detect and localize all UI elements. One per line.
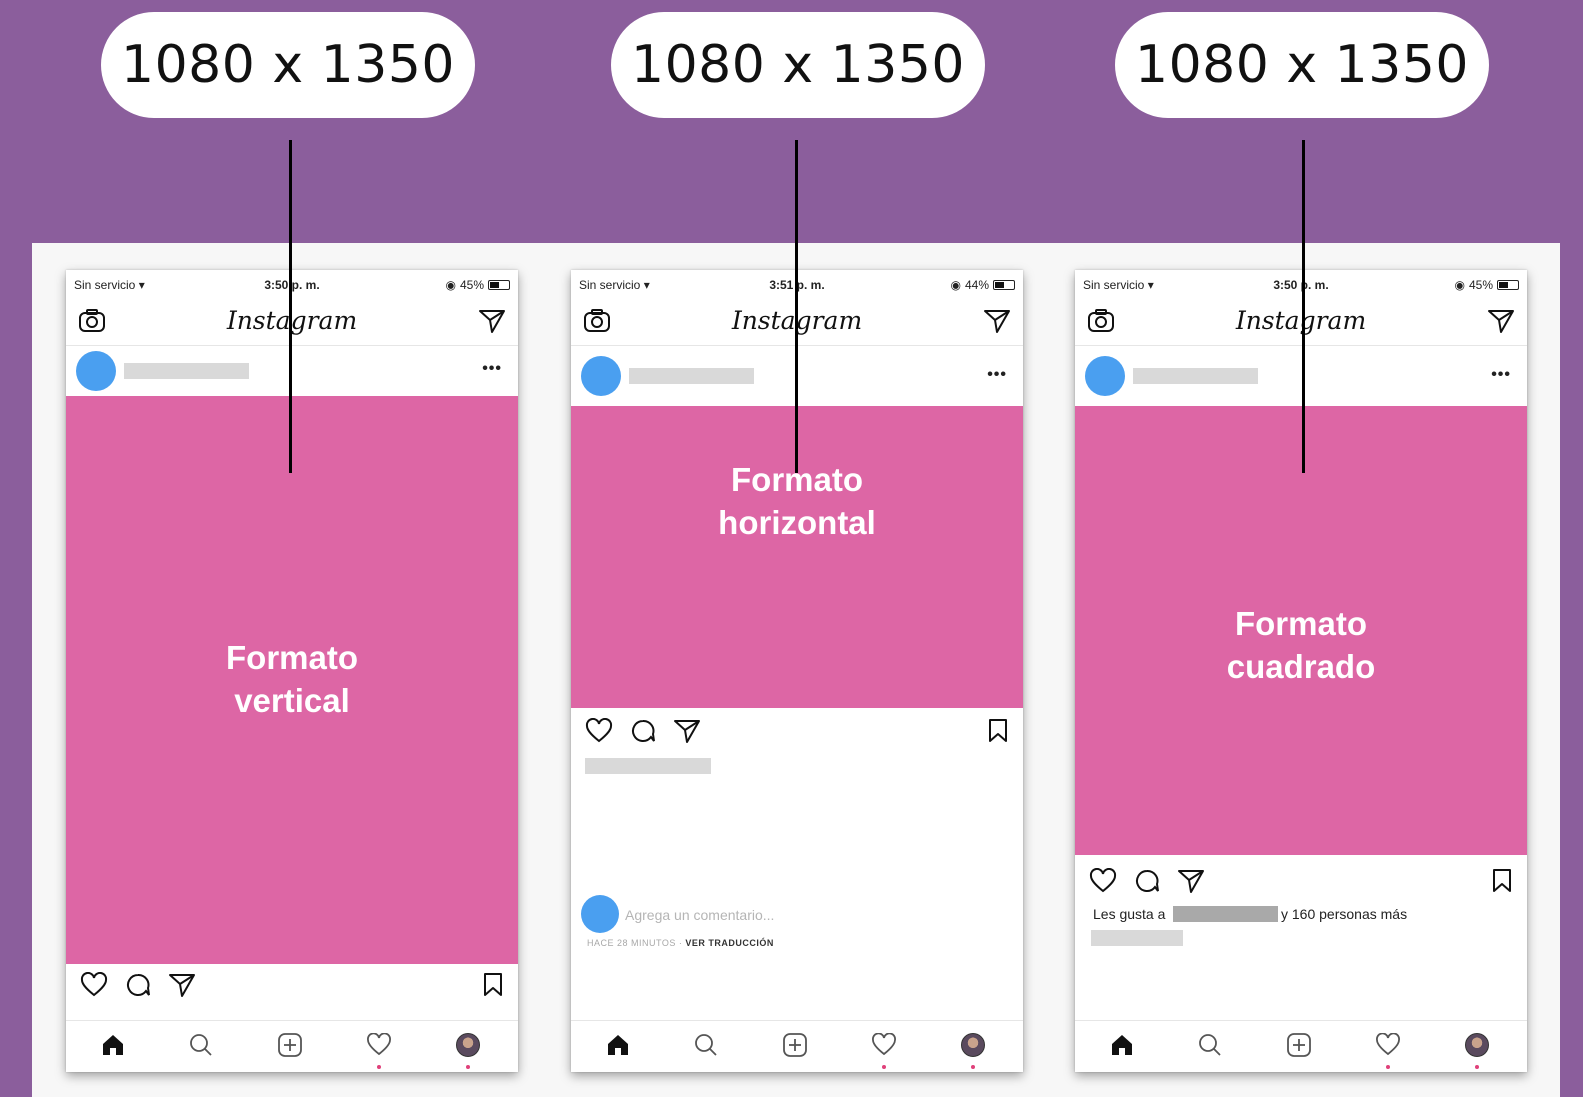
battery-percent: 44% [964,278,989,292]
guide-line-1 [289,140,292,473]
profile-icon[interactable] [961,1033,985,1057]
send-icon[interactable] [673,718,701,749]
add-icon[interactable] [1286,1033,1312,1062]
battery-percent: 45% [459,278,484,292]
bookmark-icon[interactable] [482,972,504,1003]
avatar[interactable] [581,356,621,396]
caption-placeholder [1091,930,1183,946]
comment-icon[interactable] [629,718,657,749]
likes-placeholder [585,758,711,774]
battery-icon [488,280,510,290]
see-translation-link[interactable]: VER TRADUCCIÓN [685,938,774,948]
bottom-nav [571,1020,1023,1072]
add-comment-row[interactable]: Agrega un comentario... [571,895,1023,935]
avatar[interactable] [76,351,116,391]
bottom-nav [66,1020,518,1072]
more-icon[interactable]: ••• [1491,366,1511,384]
more-icon[interactable]: ••• [987,366,1007,384]
username-placeholder [124,363,249,379]
post-header: ••• [66,346,518,396]
notification-dot [882,1065,886,1069]
activity-heart-icon[interactable] [1375,1032,1401,1062]
send-icon[interactable] [168,972,196,1003]
phone-vertical: Sin servicio ▾ 3:50 p. m. ◉ 45% Instagra… [66,270,518,1072]
app-header: Instagram [1075,300,1527,346]
direct-icon[interactable] [983,308,1011,339]
home-icon[interactable] [605,1033,631,1062]
direct-icon[interactable] [1487,308,1515,339]
post-header: ••• [1075,346,1527,406]
battery-icon [1497,280,1519,290]
app-header: Instagram [66,300,518,346]
add-icon[interactable] [277,1033,303,1062]
guide-line-2 [795,140,798,473]
home-icon[interactable] [1109,1033,1135,1062]
search-icon[interactable] [1197,1033,1223,1062]
status-bar: Sin servicio ▾ 3:50 p. m. ◉ 45% [66,270,518,300]
more-icon[interactable]: ••• [482,360,502,378]
notification-dot [377,1065,381,1069]
liked-by-placeholder [1173,906,1278,922]
post-media: Formato cuadrado [1075,406,1527,855]
search-icon[interactable] [693,1033,719,1062]
notification-dot [1386,1065,1390,1069]
media-label: Formato cuadrado [1226,604,1376,685]
dimension-label-3: 1080 x 1350 [1115,12,1489,118]
comment-icon[interactable] [124,972,152,1003]
home-icon[interactable] [100,1033,126,1062]
search-icon[interactable] [188,1033,214,1062]
dimension-label-1: 1080 x 1350 [101,12,475,118]
app-title: Instagram [66,306,518,335]
likes-suffix[interactable]: y 160 personas más [1281,906,1407,922]
likes-prefix: Les gusta a [1093,906,1166,922]
notification-dot [1475,1065,1479,1069]
post-media: Formato vertical [66,396,518,964]
battery-status: ◉ 44% [950,278,1015,292]
bottom-nav [1075,1020,1527,1072]
add-icon[interactable] [782,1033,808,1062]
avatar [581,895,619,933]
media-label: Formato vertical [226,639,358,719]
post-actions [571,712,1023,756]
alarm-icon: ◉ [1454,278,1465,292]
dimension-label-2: 1080 x 1350 [611,12,985,118]
comment-icon[interactable] [1133,868,1161,899]
post-actions [1075,862,1527,906]
bookmark-icon[interactable] [1491,868,1513,899]
battery-status: ◉ 45% [1454,278,1519,292]
phone-square: Sin servicio ▾ 3:50 p. m. ◉ 45% Instagra… [1075,270,1527,1072]
alarm-icon: ◉ [445,278,456,292]
avatar[interactable] [1085,356,1125,396]
heart-icon[interactable] [80,971,108,1003]
profile-icon[interactable] [456,1033,480,1057]
battery-percent: 45% [1468,278,1493,292]
notification-dot [971,1065,975,1069]
heart-icon[interactable] [1089,867,1117,899]
direct-icon[interactable] [478,308,506,339]
username-placeholder [629,368,754,384]
alarm-icon: ◉ [950,278,961,292]
activity-heart-icon[interactable] [366,1032,392,1062]
battery-icon [993,280,1015,290]
comment-input[interactable]: Agrega un comentario... [625,907,774,923]
username-placeholder [1133,368,1258,384]
bookmark-icon[interactable] [987,718,1009,749]
send-icon[interactable] [1177,868,1205,899]
battery-status: ◉ 45% [445,278,510,292]
heart-icon[interactable] [585,717,613,749]
app-title: Instagram [1235,306,1367,335]
profile-icon[interactable] [1465,1033,1489,1057]
timestamp: HACE 28 MINUTOS · [587,938,686,948]
status-bar: Sin servicio ▾ 3:50 p. m. ◉ 45% [1075,270,1527,300]
activity-heart-icon[interactable] [871,1032,897,1062]
notification-dot [466,1065,470,1069]
timestamp-row: HACE 28 MINUTOS · VER TRADUCCIÓN [587,938,774,948]
post-actions [66,966,518,1010]
guide-line-3 [1302,140,1305,473]
